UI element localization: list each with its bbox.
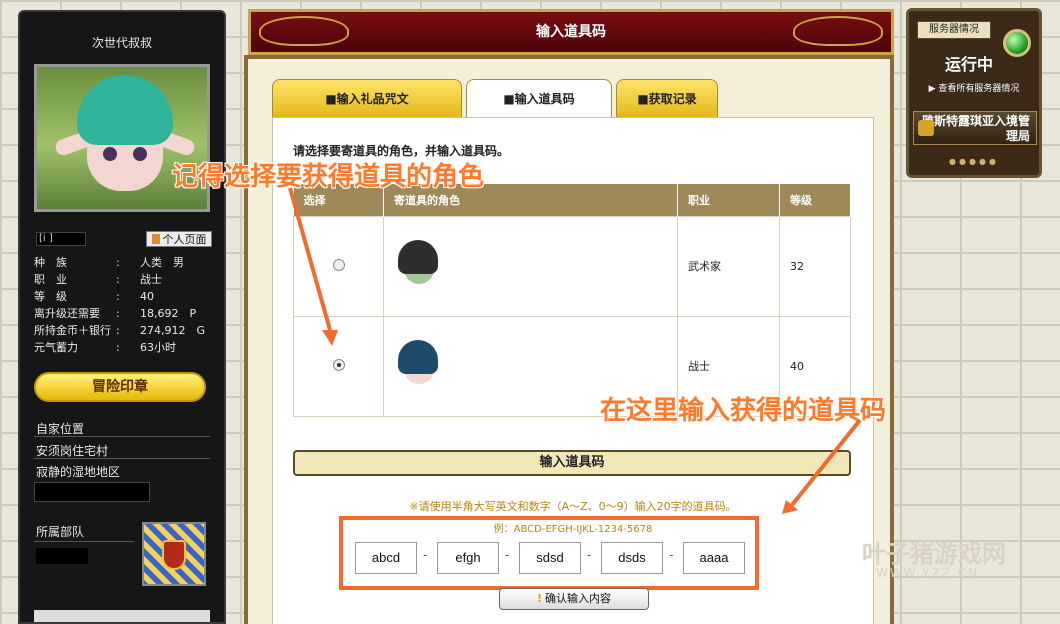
watermark-brand: 叶子猪游戏网: [862, 540, 1006, 568]
annotation-arrows: [288, 187, 862, 514]
watermark-url: WWW.YZZ.CN: [876, 566, 979, 580]
